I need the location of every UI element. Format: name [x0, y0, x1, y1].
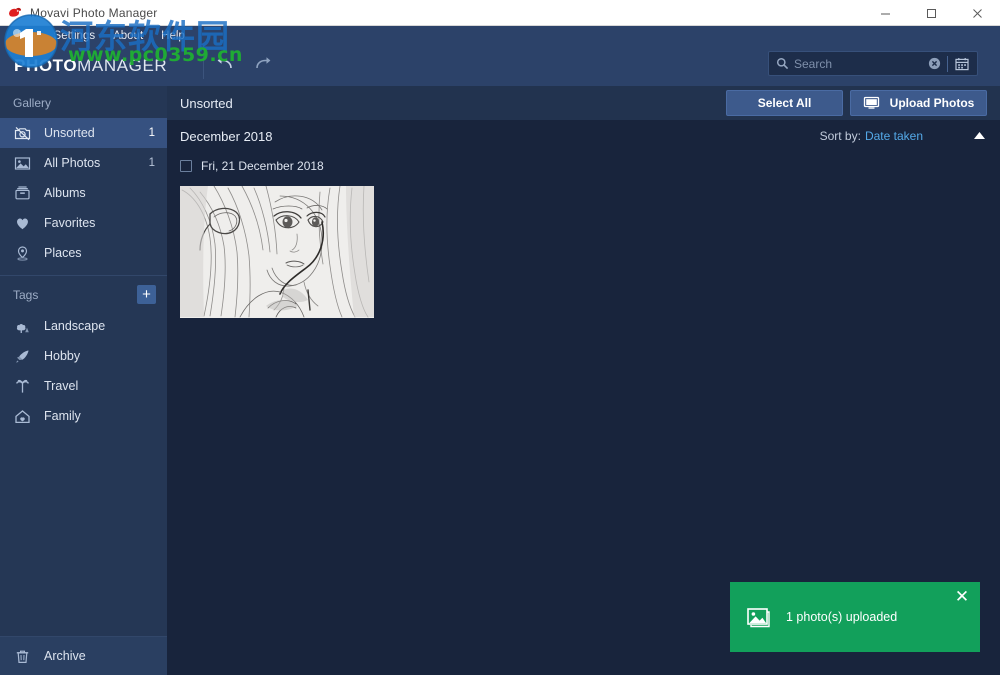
heart-icon — [13, 214, 32, 233]
sidebar-item-unsorted[interactable]: Unsorted 1 — [0, 118, 167, 148]
sidebar-item-label: Hobby — [44, 349, 81, 363]
sidebar-item-family[interactable]: Family — [0, 401, 167, 431]
maximize-button[interactable] — [908, 0, 954, 26]
sidebar-item-label: Family — [44, 409, 81, 423]
window-title: Movavi Photo Manager — [30, 5, 158, 20]
logo-manager: MANAGER — [77, 56, 168, 75]
group-bar: December 2018 Sort by: Date taken — [167, 120, 1000, 152]
calendar-icon[interactable] — [955, 57, 969, 71]
undo-button[interactable] — [208, 51, 242, 81]
search-box[interactable]: Search — [768, 51, 978, 76]
sidebar-item-label: Favorites — [44, 216, 96, 230]
camera-icon — [13, 124, 32, 143]
select-all-button[interactable]: Select All — [726, 90, 843, 116]
sidebar-item-count: 1 — [148, 157, 155, 169]
redo-icon — [253, 55, 273, 78]
sidebar-tags-header: Tags + — [0, 276, 167, 311]
photo-thumbnail[interactable] — [180, 186, 374, 318]
arrow-up-icon — [973, 127, 986, 145]
sort-direction-button[interactable] — [971, 128, 987, 144]
sidebar-item-albums[interactable]: Albums — [0, 178, 167, 208]
image-icon — [747, 607, 770, 628]
app-window: Movavi Photo Manager File Settings About… — [0, 0, 1000, 675]
landscape-icon — [13, 317, 32, 336]
menu-help[interactable]: Help — [152, 26, 194, 46]
sort-by[interactable]: Sort by: Date taken — [820, 129, 923, 143]
sidebar-item-label: Places — [44, 246, 82, 260]
menu-bar: File Settings About Help — [0, 26, 1000, 46]
sort-by-label: Sort by: — [819, 129, 861, 143]
trash-icon — [13, 647, 32, 666]
sidebar: Gallery Unsorted 1 All Photos 1 Albums F… — [0, 86, 167, 675]
sidebar-item-favorites[interactable]: Favorites — [0, 208, 167, 238]
group-month-label: December 2018 — [180, 128, 273, 144]
upload-toast: 1 photo(s) uploaded ✕ — [730, 582, 980, 652]
menu-file[interactable]: File — [8, 26, 45, 46]
map-pin-icon — [13, 244, 32, 263]
rocket-icon — [13, 347, 32, 366]
sidebar-item-travel[interactable]: Travel — [0, 371, 167, 401]
monitor-icon — [863, 96, 880, 110]
sort-by-value[interactable]: Date taken — [865, 129, 923, 143]
upload-photos-label: Upload Photos — [889, 96, 975, 110]
sidebar-item-archive[interactable]: Archive — [0, 636, 167, 675]
sidebar-item-all-photos[interactable]: All Photos 1 — [0, 148, 167, 178]
content-header: Unsorted Select All Upload Photos — [167, 86, 1000, 120]
album-icon — [13, 184, 32, 203]
toast-message: 1 photo(s) uploaded — [786, 610, 898, 624]
sidebar-item-places[interactable]: Places — [0, 238, 167, 268]
window-controls — [862, 0, 1000, 26]
sidebar-item-label: Travel — [44, 379, 79, 393]
sidebar-item-label: Landscape — [44, 319, 106, 333]
close-button[interactable] — [954, 0, 1000, 26]
undo-icon — [215, 55, 235, 78]
archive-label: Archive — [44, 649, 86, 663]
movavi-icon — [7, 5, 23, 21]
sidebar-item-count: 1 — [148, 127, 155, 139]
home-icon — [13, 407, 32, 426]
toolbar-divider — [203, 53, 205, 79]
menu-settings[interactable]: Settings — [45, 26, 105, 46]
search-icon — [776, 57, 789, 70]
search-divider — [947, 55, 948, 72]
app-logo: PHOTOMANAGER — [14, 56, 167, 76]
redo-button[interactable] — [246, 51, 280, 81]
sidebar-item-label: All Photos — [44, 156, 101, 170]
title-bar: Movavi Photo Manager — [0, 0, 1000, 26]
pencil-sketch-portrait — [180, 186, 374, 318]
sidebar-gallery-header: Gallery — [13, 96, 52, 110]
sidebar-item-landscape[interactable]: Landscape — [0, 311, 167, 341]
day-group-row: Fri, 21 December 2018 — [167, 155, 1000, 177]
page-title: Unsorted — [180, 95, 233, 111]
upload-photos-button[interactable]: Upload Photos — [850, 90, 987, 116]
day-select-checkbox[interactable] — [180, 160, 192, 172]
menu-about[interactable]: About — [104, 26, 152, 46]
minimize-button[interactable] — [862, 0, 908, 26]
photos-icon — [13, 154, 32, 173]
sidebar-item-hobby[interactable]: Hobby — [0, 341, 167, 371]
add-tag-button[interactable]: + — [137, 285, 156, 304]
palm-tree-icon — [13, 377, 32, 396]
photo-grid — [167, 177, 1000, 318]
search-input[interactable]: Search — [794, 57, 928, 71]
sidebar-item-label: Unsorted — [44, 126, 95, 140]
toast-close-button[interactable]: ✕ — [953, 587, 971, 605]
sidebar-item-label: Albums — [44, 186, 86, 200]
tags-label: Tags — [13, 287, 39, 302]
day-group-label: Fri, 21 December 2018 — [201, 159, 324, 173]
logo-photo: PHOTO — [14, 56, 78, 75]
search-clear-icon[interactable] — [928, 57, 941, 70]
